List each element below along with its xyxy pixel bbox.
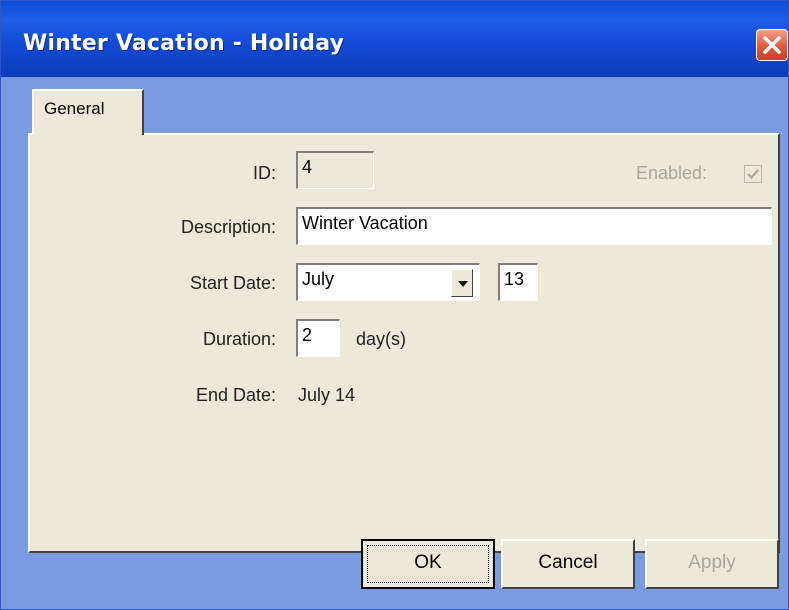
enabled-checkbox[interactable] [744,165,762,183]
dialog-body: General ID: 4 Enabled: Description: Wint… [4,77,785,607]
description-input[interactable]: Winter Vacation [296,207,772,245]
duration-label: Duration: [202,329,276,349]
end-date-value: July 14 [298,385,356,405]
focus-rectangle [367,545,489,583]
start-date-label: Start Date: [189,273,276,293]
start-month-dropdown-button[interactable] [451,269,473,297]
window-title: Winter Vacation - Holiday [23,31,345,56]
id-field: 4 [296,151,374,189]
chevron-down-icon [458,281,468,287]
duration-unit: day(s) [356,329,407,349]
id-value: 4 [302,157,313,177]
description-label: Description: [180,217,276,237]
close-button[interactable] [756,29,788,61]
end-date-label: End Date: [195,385,276,405]
cancel-button-label: Cancel [538,552,598,573]
apply-button[interactable]: Apply [645,539,779,589]
description-value: Winter Vacation [302,213,428,233]
title-bar[interactable]: Winter Vacation - Holiday [1,1,788,77]
start-month-select[interactable]: July [296,263,480,301]
start-day-input[interactable]: 13 [498,263,538,301]
id-label: ID: [252,163,276,183]
enabled-label: Enabled: [636,163,708,183]
dialog-window: Winter Vacation - Holiday General ID: 4 … [0,0,789,610]
duration-input[interactable]: 2 [296,319,340,357]
apply-button-label: Apply [688,552,736,573]
start-month-value: July [302,269,335,289]
cancel-button[interactable]: Cancel [501,539,635,589]
tab-general[interactable]: General [32,89,144,135]
ok-button[interactable]: OK [361,539,495,589]
start-day-value: 13 [504,269,525,289]
duration-value: 2 [302,325,313,345]
tab-panel-general: ID: 4 Enabled: Description: Winter Vacat… [28,133,780,553]
tab-general-label: General [44,99,105,118]
close-icon [763,36,781,54]
check-icon [747,169,759,180]
